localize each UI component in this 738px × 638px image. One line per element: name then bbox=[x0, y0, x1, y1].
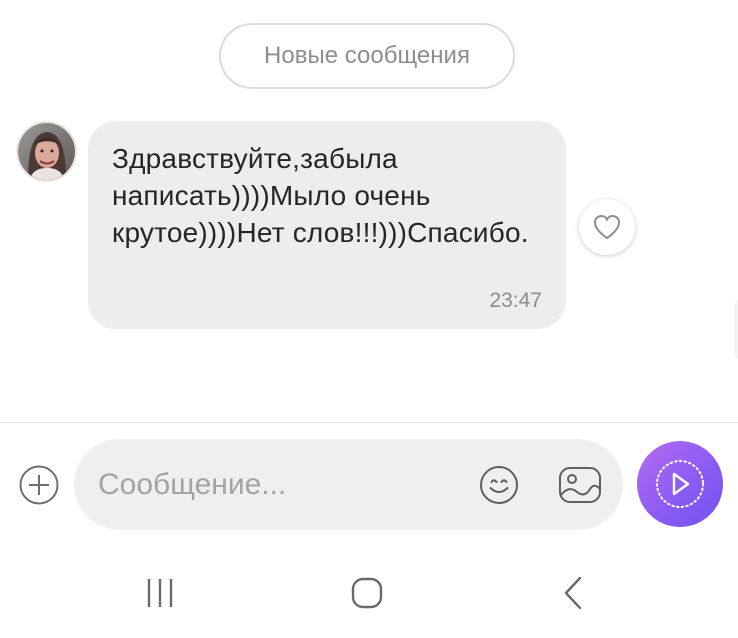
side-panel-handle[interactable] bbox=[734, 300, 738, 360]
message-time: 23:47 bbox=[489, 289, 542, 312]
message-placeholder: Сообщение... bbox=[98, 467, 287, 501]
message-input[interactable]: Сообщение... bbox=[74, 439, 623, 530]
back-chevron-icon bbox=[564, 576, 582, 610]
gallery-icon bbox=[559, 467, 601, 503]
recent-apps-icon bbox=[147, 579, 173, 607]
send-icon bbox=[656, 460, 704, 508]
smiley-icon bbox=[480, 466, 518, 504]
navigation-bar bbox=[0, 548, 738, 638]
plus-circle-icon bbox=[19, 465, 59, 505]
avatar-image bbox=[18, 123, 75, 180]
heart-icon bbox=[593, 214, 621, 240]
recent-apps-button[interactable] bbox=[141, 576, 179, 610]
new-messages-label: Новые сообщения bbox=[264, 42, 470, 69]
send-button[interactable] bbox=[637, 441, 723, 527]
emoji-button[interactable] bbox=[477, 463, 521, 507]
gallery-button[interactable] bbox=[557, 463, 603, 507]
new-messages-divider: Новые сообщения bbox=[219, 23, 515, 89]
back-button[interactable] bbox=[558, 574, 590, 612]
home-icon bbox=[351, 577, 383, 609]
message-text: Здравствуйте,забыла написать))))Мыло оче… bbox=[112, 143, 529, 248]
add-attachment-button[interactable] bbox=[18, 464, 60, 506]
chat-screen: Новые сообщения Здравствуйте,забыла напи… bbox=[0, 0, 738, 638]
avatar[interactable] bbox=[18, 123, 75, 180]
home-button[interactable] bbox=[348, 574, 386, 612]
incoming-message-bubble[interactable]: Здравствуйте,забыла написать))))Мыло оче… bbox=[88, 121, 566, 329]
like-button[interactable] bbox=[579, 199, 635, 255]
composer-divider bbox=[0, 422, 738, 423]
